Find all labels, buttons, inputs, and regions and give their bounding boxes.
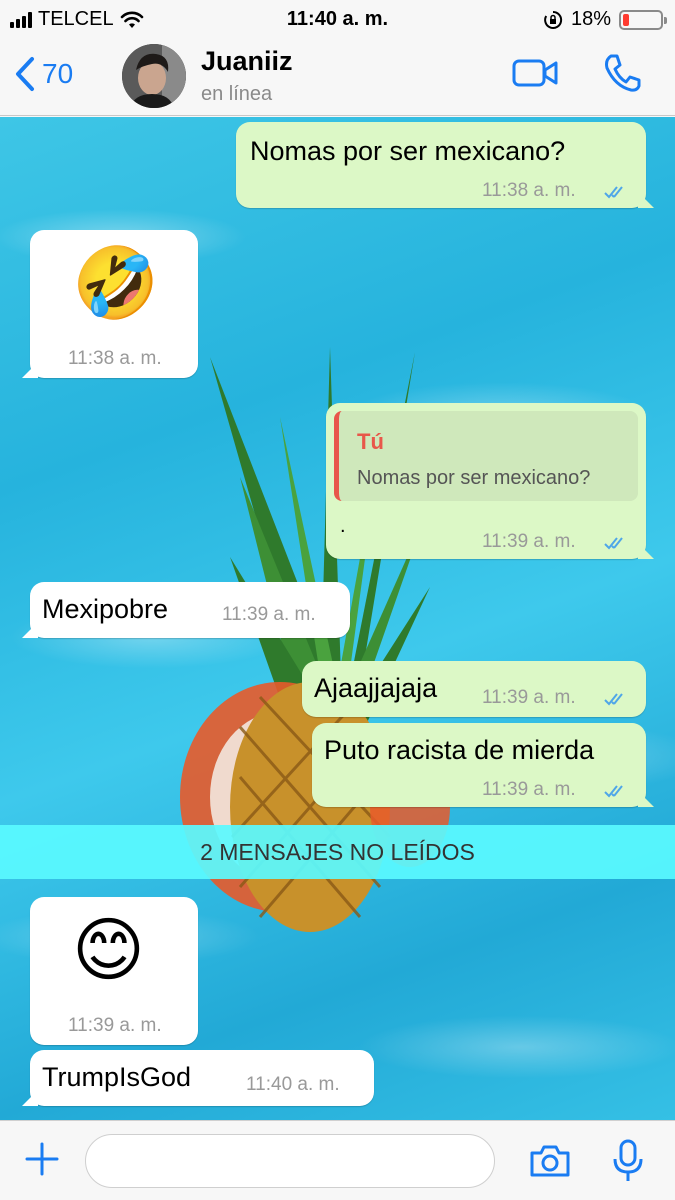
battery-group: 18% bbox=[543, 8, 667, 31]
emoji-smiling-face: 😊 bbox=[72, 911, 145, 989]
rotation-lock-icon bbox=[544, 10, 563, 29]
message-time: 11:38 a. m. bbox=[482, 180, 576, 201]
phone-icon bbox=[605, 54, 641, 92]
camera-button[interactable] bbox=[528, 1143, 572, 1184]
message-time: 11:39 a. m. bbox=[482, 687, 576, 708]
bubble-tail bbox=[638, 192, 654, 208]
chat-header: 70 Juaniiz en línea bbox=[0, 38, 675, 116]
message-bubble-incoming[interactable]: Mexipobre 11:39 a. m. bbox=[22, 582, 350, 638]
message-text: Ajaajjajaja bbox=[314, 673, 438, 703]
message-bubble-outgoing[interactable]: Ajaajjajaja 11:39 a. m. bbox=[302, 661, 646, 717]
message-input-bar bbox=[0, 1120, 675, 1200]
message-time: 11:39 a. m. bbox=[68, 1015, 162, 1036]
bubble-tail bbox=[638, 543, 654, 559]
message-text: Nomas por ser mexicano? bbox=[250, 136, 566, 166]
message-bubble-outgoing-reply[interactable]: Tú Nomas por ser mexicano? . 11:39 a. m. bbox=[326, 403, 654, 559]
unread-messages-banner: 2 MENSAJES NO LEÍDOS bbox=[0, 825, 675, 879]
message-input[interactable] bbox=[85, 1134, 495, 1188]
quoted-author: Tú bbox=[357, 429, 384, 454]
message-time: 11:39 a. m. bbox=[482, 531, 576, 552]
battery-fill bbox=[623, 13, 630, 26]
camera-icon bbox=[530, 1145, 570, 1177]
avatar-photo bbox=[122, 44, 186, 108]
bubble-tail bbox=[638, 791, 654, 807]
message-bubble-incoming[interactable]: 🤣 11:38 a. m. bbox=[22, 230, 198, 378]
message-time: 11:38 a. m. bbox=[68, 348, 162, 369]
message-time: 11:40 a. m. bbox=[246, 1074, 340, 1095]
video-camera-icon bbox=[512, 59, 558, 87]
message-text: . bbox=[340, 515, 346, 537]
battery-icon bbox=[619, 9, 667, 30]
message-bubble-outgoing[interactable]: Nomas por ser mexicano? 11:38 a. m. bbox=[236, 122, 654, 208]
read-receipt-icon bbox=[604, 186, 623, 199]
chat-area[interactable]: Nomas por ser mexicano? 11:38 a. m. 🤣 11… bbox=[0, 117, 675, 1120]
message-text: Puto racista de mierda bbox=[324, 735, 595, 765]
quoted-text: Nomas por ser mexicano? bbox=[357, 467, 591, 489]
message-bubble-outgoing[interactable]: Puto racista de mierda 11:39 a. m. bbox=[312, 723, 654, 807]
contact-avatar[interactable] bbox=[122, 44, 186, 108]
attach-button[interactable] bbox=[24, 1141, 60, 1182]
plus-icon bbox=[25, 1142, 59, 1176]
message-text: Mexipobre bbox=[42, 594, 169, 624]
quoted-message[interactable]: Tú Nomas por ser mexicano? bbox=[334, 411, 638, 501]
back-button[interactable]: 70 bbox=[14, 56, 73, 92]
microphone-icon bbox=[613, 1139, 643, 1181]
bubble-tail bbox=[22, 1090, 38, 1106]
emoji-rofl: 🤣 bbox=[72, 244, 160, 322]
microphone-button[interactable] bbox=[612, 1139, 644, 1188]
read-receipt-icon bbox=[604, 693, 623, 706]
read-receipt-icon bbox=[604, 537, 623, 550]
bubble-tail bbox=[22, 622, 38, 638]
status-bar: TELCEL 11:40 a. m. 18% bbox=[0, 0, 675, 38]
contact-name[interactable]: Juaniiz bbox=[201, 46, 293, 77]
contact-status: en línea bbox=[201, 83, 273, 105]
video-call-button[interactable] bbox=[512, 56, 558, 95]
read-receipt-icon bbox=[604, 785, 623, 798]
message-bubble-incoming[interactable]: TrumpIsGod 11:40 a. m. bbox=[22, 1050, 374, 1106]
message-bubble-incoming[interactable]: 😊 11:39 a. m. bbox=[30, 897, 198, 1045]
bubble-tail bbox=[22, 362, 38, 378]
message-time: 11:39 a. m. bbox=[222, 604, 316, 625]
back-unread-count: 70 bbox=[42, 58, 74, 89]
battery-percent: 18% bbox=[570, 8, 611, 30]
chevron-left-icon bbox=[16, 57, 34, 91]
message-time: 11:39 a. m. bbox=[482, 779, 576, 800]
voice-call-button[interactable] bbox=[601, 52, 643, 99]
message-text: TrumpIsGod bbox=[42, 1062, 192, 1092]
